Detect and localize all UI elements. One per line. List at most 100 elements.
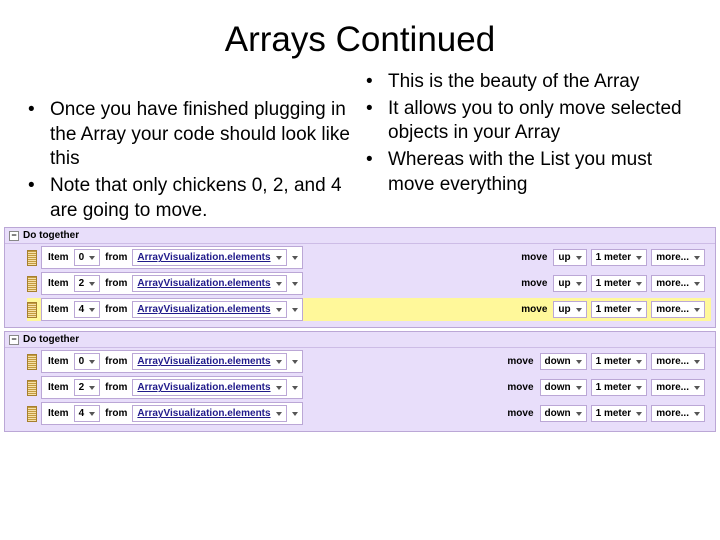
code-row[interactable]: Item4fromArrayVisualization.elements move… <box>27 402 711 425</box>
chevron-down-icon <box>576 256 582 260</box>
chevron-down-icon <box>89 360 95 364</box>
code-row[interactable]: Item2fromArrayVisualization.elements move… <box>27 272 711 295</box>
left-column: • Once you have finished plugging in the… <box>28 70 354 225</box>
bullet-icon: • <box>28 174 50 223</box>
drag-grip-icon[interactable] <box>27 380 37 396</box>
drag-grip-icon[interactable] <box>27 250 37 266</box>
collapse-icon[interactable]: − <box>9 335 19 345</box>
array-reference-token[interactable]: ArrayVisualization.elements <box>132 275 286 292</box>
distance-token[interactable]: 1 meter <box>591 405 648 422</box>
array-reference-token[interactable]: ArrayVisualization.elements <box>132 249 286 266</box>
move-keyword: move <box>519 304 549 315</box>
index-token[interactable]: 2 <box>74 379 101 396</box>
item-token[interactable]: Item4fromArrayVisualization.elements <box>41 298 303 321</box>
item-token[interactable]: Item2fromArrayVisualization.elements <box>41 376 303 399</box>
move-keyword: move <box>505 382 535 393</box>
more-token[interactable]: more... <box>651 301 705 318</box>
chevron-down-icon <box>694 282 700 286</box>
direction-token[interactable]: down <box>540 405 587 422</box>
bullet-text: Once you have finished plugging in the A… <box>50 98 354 172</box>
chevron-down-icon <box>636 412 642 416</box>
drag-grip-icon[interactable] <box>27 354 37 370</box>
bullet-text: Whereas with the List you must move ever… <box>388 148 692 197</box>
distance-token[interactable]: 1 meter <box>591 249 648 266</box>
item-token[interactable]: Item4fromArrayVisualization.elements <box>41 402 303 425</box>
chevron-down-icon <box>694 308 700 312</box>
chevron-down-icon <box>89 386 95 390</box>
direction-token[interactable]: up <box>553 301 586 318</box>
more-token[interactable]: more... <box>651 353 705 370</box>
chevron-down-icon <box>636 308 642 312</box>
chevron-down-icon <box>276 308 282 312</box>
move-keyword: move <box>519 278 549 289</box>
array-reference-token[interactable]: ArrayVisualization.elements <box>132 353 286 370</box>
item-token[interactable]: Item0fromArrayVisualization.elements <box>41 350 303 373</box>
more-token[interactable]: more... <box>651 249 705 266</box>
item-token[interactable]: Item2fromArrayVisualization.elements <box>41 272 303 295</box>
distance-token[interactable]: 1 meter <box>591 379 648 396</box>
index-token[interactable]: 0 <box>74 249 101 266</box>
do-together-label: Do together <box>23 334 79 345</box>
list-item: • Once you have finished plugging in the… <box>28 98 354 172</box>
array-reference-token[interactable]: ArrayVisualization.elements <box>132 301 286 318</box>
do-together-header[interactable]: −Do together <box>5 228 715 244</box>
code-row[interactable]: Item0fromArrayVisualization.elements move… <box>27 246 711 269</box>
chevron-down-icon <box>89 412 95 416</box>
chevron-down-icon <box>89 308 95 312</box>
from-keyword: from <box>103 356 129 367</box>
more-token[interactable]: more... <box>651 379 705 396</box>
chevron-down-icon <box>636 282 642 286</box>
bullet-text: It allows you to only move selected obje… <box>388 97 692 146</box>
action-section: moveup 1 metermore... <box>519 301 711 318</box>
chevron-down-icon <box>276 256 282 260</box>
bullet-icon: • <box>28 98 50 172</box>
item-keyword: Item <box>46 382 71 393</box>
move-keyword: move <box>519 252 549 263</box>
chevron-down-icon <box>694 360 700 364</box>
chevron-down-icon <box>292 308 298 312</box>
do-together-block[interactable]: −Do togetherItem0fromArrayVisualization.… <box>4 331 716 432</box>
bullet-text: Note that only chickens 0, 2, and 4 are … <box>50 174 354 223</box>
chevron-down-icon <box>694 256 700 260</box>
drag-grip-icon[interactable] <box>27 406 37 422</box>
drag-grip-icon[interactable] <box>27 276 37 292</box>
distance-token[interactable]: 1 meter <box>591 353 648 370</box>
direction-token[interactable]: up <box>553 275 586 292</box>
bullet-icon: • <box>366 97 388 146</box>
right-column: • This is the beauty of the Array • It a… <box>366 70 692 225</box>
distance-token[interactable]: 1 meter <box>591 275 648 292</box>
chevron-down-icon <box>292 412 298 416</box>
chevron-down-icon <box>89 282 95 286</box>
direction-token[interactable]: down <box>540 353 587 370</box>
index-token[interactable]: 0 <box>74 353 101 370</box>
index-token[interactable]: 2 <box>74 275 101 292</box>
chevron-down-icon <box>276 360 282 364</box>
list-item: • This is the beauty of the Array <box>366 70 692 95</box>
more-token[interactable]: more... <box>651 275 705 292</box>
item-token[interactable]: Item0fromArrayVisualization.elements <box>41 246 303 269</box>
index-token[interactable]: 4 <box>74 405 101 422</box>
chevron-down-icon <box>292 360 298 364</box>
action-section: moveup 1 metermore... <box>519 249 711 266</box>
code-row[interactable]: Item0fromArrayVisualization.elements move… <box>27 350 711 373</box>
chevron-down-icon <box>576 412 582 416</box>
do-together-block[interactable]: −Do together Item0fromArrayVisualization.… <box>4 227 716 328</box>
more-token[interactable]: more... <box>651 405 705 422</box>
direction-token[interactable]: down <box>540 379 587 396</box>
from-keyword: from <box>103 382 129 393</box>
action-section: movedown1 metermore... <box>505 405 711 422</box>
move-keyword: move <box>505 356 535 367</box>
array-reference-token[interactable]: ArrayVisualization.elements <box>132 405 286 422</box>
code-row[interactable]: Item2fromArrayVisualization.elements move… <box>27 376 711 399</box>
drag-grip-icon[interactable] <box>27 302 37 318</box>
action-section: move down1 metermore... <box>505 379 711 396</box>
direction-token[interactable]: up <box>553 249 586 266</box>
chevron-down-icon <box>276 282 282 286</box>
distance-token[interactable]: 1 meter <box>591 301 648 318</box>
chevron-down-icon <box>292 256 298 260</box>
code-row[interactable]: Item4fromArrayVisualization.elements move… <box>27 298 711 321</box>
index-token[interactable]: 4 <box>74 301 101 318</box>
collapse-icon[interactable]: − <box>9 231 19 241</box>
do-together-header[interactable]: −Do together <box>5 332 715 348</box>
array-reference-token[interactable]: ArrayVisualization.elements <box>132 379 286 396</box>
